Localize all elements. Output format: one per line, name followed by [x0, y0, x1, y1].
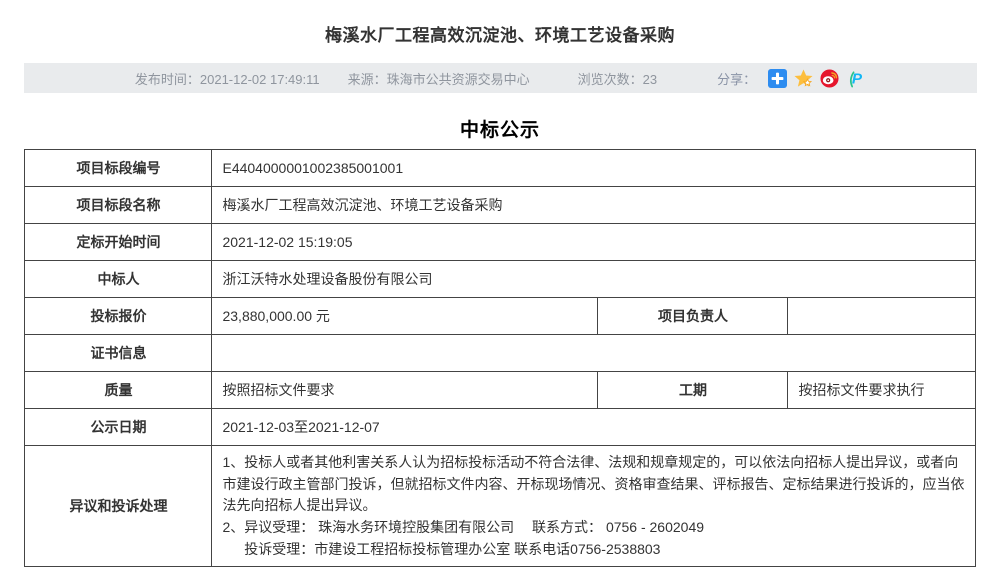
table-row: 项目标段名称 梅溪水厂工程高效沉淀池、环境工艺设备采购: [25, 187, 975, 224]
meta-bar: 发布时间：2021-12-02 17:49:11 来源：珠海市公共资源交易中心 …: [24, 63, 977, 93]
qzone-icon[interactable]: [794, 69, 813, 88]
winning-bidder: 浙江沃特水处理设备股份有限公司: [212, 261, 975, 298]
row-label: 项目负责人: [598, 298, 788, 335]
quality-requirement: 按照招标文件要求: [212, 372, 598, 409]
table-row: 证书信息: [25, 335, 975, 372]
table-row: 异议和投诉处理 1、投标人或者其他利害关系人认为招标投标活动不符合法律、法规和规…: [25, 446, 975, 567]
project-section-name: 梅溪水厂工程高效沉淀池、环境工艺设备采购: [212, 187, 975, 224]
row-label: 定标开始时间: [25, 224, 212, 261]
row-label: 中标人: [25, 261, 212, 298]
svg-text:P: P: [852, 70, 863, 87]
row-label: 投标报价: [25, 298, 212, 335]
table-row: 投标报价 23,880,000.00 元 项目负责人: [25, 298, 975, 335]
share-label: 分享：: [717, 69, 756, 88]
table-row: 公示日期 2021-12-03至2021-12-07: [25, 409, 975, 446]
project-manager: [788, 298, 975, 335]
row-label: 质量: [25, 372, 212, 409]
p-share-icon[interactable]: P: [846, 69, 865, 88]
construction-period: 按招标文件要求执行: [788, 372, 975, 409]
row-label: 工期: [598, 372, 788, 409]
share-more-icon[interactable]: [768, 69, 787, 88]
source: 来源：珠海市公共资源交易中心: [348, 69, 530, 88]
bid-announcement-table: 项目标段编号 E4404000001002385001001 项目标段名称 梅溪…: [24, 149, 975, 567]
table-row: 定标开始时间 2021-12-02 15:19:05: [25, 224, 975, 261]
view-count: 浏览次数：23: [578, 69, 657, 88]
share-icons: P: [768, 69, 865, 88]
row-label: 项目标段编号: [25, 150, 212, 187]
section-title: 中标公示: [0, 115, 1000, 142]
weibo-icon[interactable]: [820, 69, 839, 88]
table-row: 中标人 浙江沃特水处理设备股份有限公司: [25, 261, 975, 298]
certificate-info: [212, 335, 975, 372]
table-row: 质量 按照招标文件要求 工期 按招标文件要求执行: [25, 372, 975, 409]
objection-complaint-handling: 1、投标人或者其他利害关系人认为招标投标活动不符合法律、法规和规章规定的，可以依…: [212, 446, 975, 567]
page-title: 梅溪水厂工程高效沉淀池、环境工艺设备采购: [0, 0, 1000, 46]
table-row: 项目标段编号 E4404000001002385001001: [25, 150, 975, 187]
row-label: 异议和投诉处理: [25, 446, 212, 567]
publish-time: 发布时间：2021-12-02 17:49:11: [135, 69, 320, 88]
row-label: 项目标段名称: [25, 187, 212, 224]
project-section-number: E4404000001002385001001: [212, 150, 975, 187]
award-start-time: 2021-12-02 15:19:05: [212, 224, 975, 261]
row-label: 证书信息: [25, 335, 212, 372]
row-label: 公示日期: [25, 409, 212, 446]
publicity-period: 2021-12-03至2021-12-07: [212, 409, 975, 446]
bid-price: 23,880,000.00 元: [212, 298, 598, 335]
